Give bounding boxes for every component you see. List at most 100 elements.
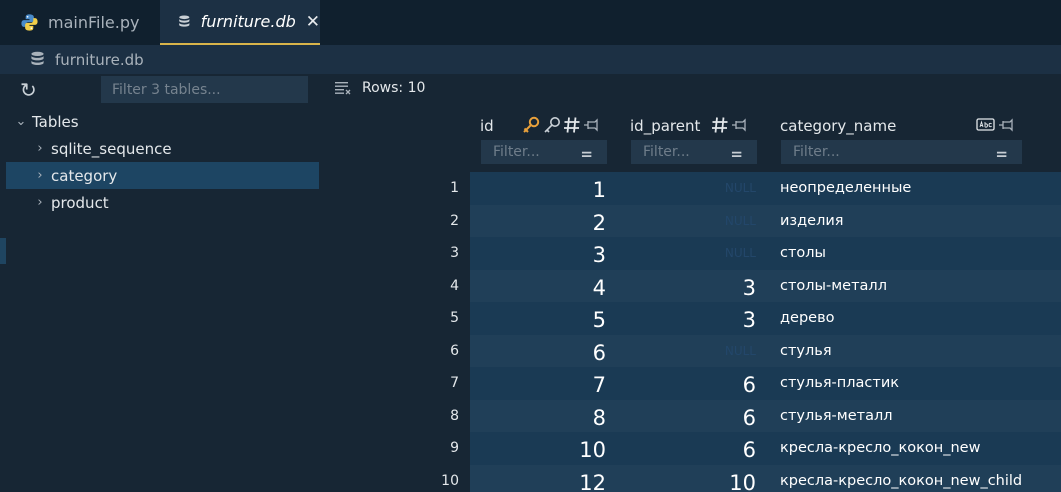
cell-id[interactable]: 7	[470, 367, 606, 400]
cell-category-name[interactable]: кресла-кресло_кокон_new_child	[780, 465, 1022, 492]
cell-id-parent[interactable]: 3	[620, 302, 756, 335]
cell-id-parent[interactable]: NULL	[620, 172, 756, 205]
column-header-id[interactable]: id	[480, 115, 494, 137]
breadcrumb: furniture.db	[0, 45, 1061, 74]
column-id-icons	[521, 116, 600, 134]
column-filter-category-name[interactable]: =	[781, 140, 1022, 164]
breadcrumb-label[interactable]: furniture.db	[55, 51, 144, 69]
cell-id[interactable]: 3	[470, 237, 606, 270]
cell-id-parent[interactable]: 10	[620, 465, 756, 492]
chevron-right-icon: ›	[37, 141, 43, 156]
key-icon	[523, 116, 540, 133]
column-name: id_parent	[630, 117, 701, 135]
cell-id-parent[interactable]: 3	[620, 270, 756, 303]
table-row[interactable]: 9 10 6 кресла-кресло_кокон_new	[328, 432, 1061, 465]
table-row[interactable]: 2 2 NULL изделия	[328, 204, 1061, 238]
cell-id[interactable]: 10	[470, 432, 606, 465]
column-header-category-name[interactable]: category_name	[780, 115, 896, 137]
column-filter-id-parent[interactable]: =	[631, 140, 757, 164]
row-number: 6	[450, 342, 459, 359]
cell-category-name[interactable]: изделия	[780, 205, 844, 238]
sidebar-scroll-indicator	[0, 238, 6, 264]
sidebar: ↻ ⌄ Tables › sqlite_sequence › category …	[0, 74, 320, 492]
cell-category-name[interactable]: кресла-кресло_кокон_new	[780, 432, 980, 465]
table-row[interactable]: 6 6 NULL стулья	[328, 334, 1061, 368]
tab-mainfile[interactable]: mainFile.py	[0, 0, 160, 45]
number-type-icon	[564, 117, 580, 133]
tree-item-label: sqlite_sequence	[51, 139, 172, 158]
table-row[interactable]: 7 7 6 стулья-пластик	[328, 367, 1061, 400]
cell-id[interactable]: 8	[470, 400, 606, 433]
rows-count: Rows: 10	[334, 80, 425, 96]
cell-category-name[interactable]: неопределенные	[780, 172, 911, 205]
table-row[interactable]: 4 4 3 столы-металл	[328, 269, 1061, 303]
cell-category-name[interactable]: столы-металл	[780, 270, 887, 303]
pin-icon[interactable]	[582, 116, 600, 134]
table-row[interactable]: 1 1 NULL неопределенные	[328, 172, 1061, 205]
tree-item-label: product	[51, 193, 109, 212]
row-number: 4	[450, 277, 459, 294]
close-icon[interactable]: ✕	[306, 12, 320, 32]
text-type-icon	[976, 118, 995, 131]
row-number: 1	[450, 180, 459, 196]
column-name: category_name	[780, 117, 897, 135]
cell-id[interactable]: 6	[470, 335, 606, 368]
database-icon	[179, 14, 190, 27]
cell-id-parent[interactable]: NULL	[620, 205, 756, 238]
pin-icon[interactable]	[997, 116, 1015, 134]
chevron-right-icon: ›	[37, 195, 43, 210]
tab-label: mainFile.py	[48, 13, 140, 32]
row-number: 8	[450, 407, 459, 424]
cell-id-parent[interactable]: NULL	[620, 335, 756, 368]
cell-category-name[interactable]: стулья-металл	[780, 400, 893, 433]
filter-menu-icon[interactable]: =	[995, 145, 1008, 163]
column-name: id	[480, 117, 494, 135]
row-number: 10	[441, 472, 459, 489]
refresh-icon[interactable]: ↻	[20, 80, 37, 100]
column-filter-input[interactable]	[781, 140, 1022, 164]
column-id-parent-icons	[711, 116, 748, 134]
database-icon	[31, 51, 44, 66]
tab-furniture-db[interactable]: furniture.db ✕	[160, 0, 320, 45]
cell-category-name[interactable]: стулья	[780, 335, 832, 368]
cell-id-parent[interactable]: 6	[620, 400, 756, 433]
row-number: 9	[450, 440, 459, 456]
column-category-name-icons	[976, 116, 1015, 134]
row-number: 2	[450, 212, 459, 229]
chevron-right-icon: ›	[37, 168, 43, 183]
cell-id-parent[interactable]: 6	[620, 367, 756, 400]
cell-id[interactable]: 1	[470, 172, 606, 205]
table-row[interactable]: 5 5 3 дерево	[328, 302, 1061, 335]
cell-id[interactable]: 4	[470, 270, 606, 303]
column-filter-id[interactable]: =	[481, 140, 607, 164]
column-header-id-parent[interactable]: id_parent	[630, 115, 700, 137]
row-number: 7	[450, 375, 459, 391]
rows-count-label: Rows: 10	[362, 80, 426, 96]
cell-category-name[interactable]: стулья-пластик	[780, 367, 899, 400]
filter-menu-icon[interactable]: =	[730, 145, 743, 163]
tree-item-product[interactable]: › product	[6, 189, 319, 216]
cell-id[interactable]: 5	[470, 302, 606, 335]
rows-list-icon	[335, 82, 351, 95]
table-row[interactable]: 10 12 10 кресла-кресло_кокон_new_child	[328, 464, 1061, 492]
cell-id-parent[interactable]: 6	[620, 432, 756, 465]
table-filter-input[interactable]	[101, 76, 308, 103]
tab-strip: mainFile.py furniture.db ✕	[0, 0, 1061, 45]
tree-root-label: Tables	[32, 112, 79, 131]
cell-id-parent[interactable]: NULL	[620, 237, 756, 270]
tree-item-sqlite-sequence[interactable]: › sqlite_sequence	[6, 135, 319, 162]
tree-item-category[interactable]: › category	[6, 162, 319, 189]
cell-id[interactable]: 12	[470, 465, 606, 492]
foreign-key-icon	[544, 117, 560, 133]
cell-category-name[interactable]: столы	[780, 237, 826, 270]
tab-label: furniture.db	[200, 12, 296, 31]
tree-tables-root[interactable]: ⌄ Tables	[6, 108, 319, 135]
pin-icon[interactable]	[730, 116, 748, 134]
cell-id[interactable]: 2	[470, 205, 606, 238]
python-icon	[21, 14, 38, 31]
table-row[interactable]: 3 3 NULL столы	[328, 237, 1061, 270]
cell-category-name[interactable]: дерево	[780, 302, 835, 335]
filter-menu-icon[interactable]: =	[580, 145, 593, 163]
table-row[interactable]: 8 8 6 стулья-металл	[328, 399, 1061, 433]
tree-item-label: category	[51, 166, 118, 185]
